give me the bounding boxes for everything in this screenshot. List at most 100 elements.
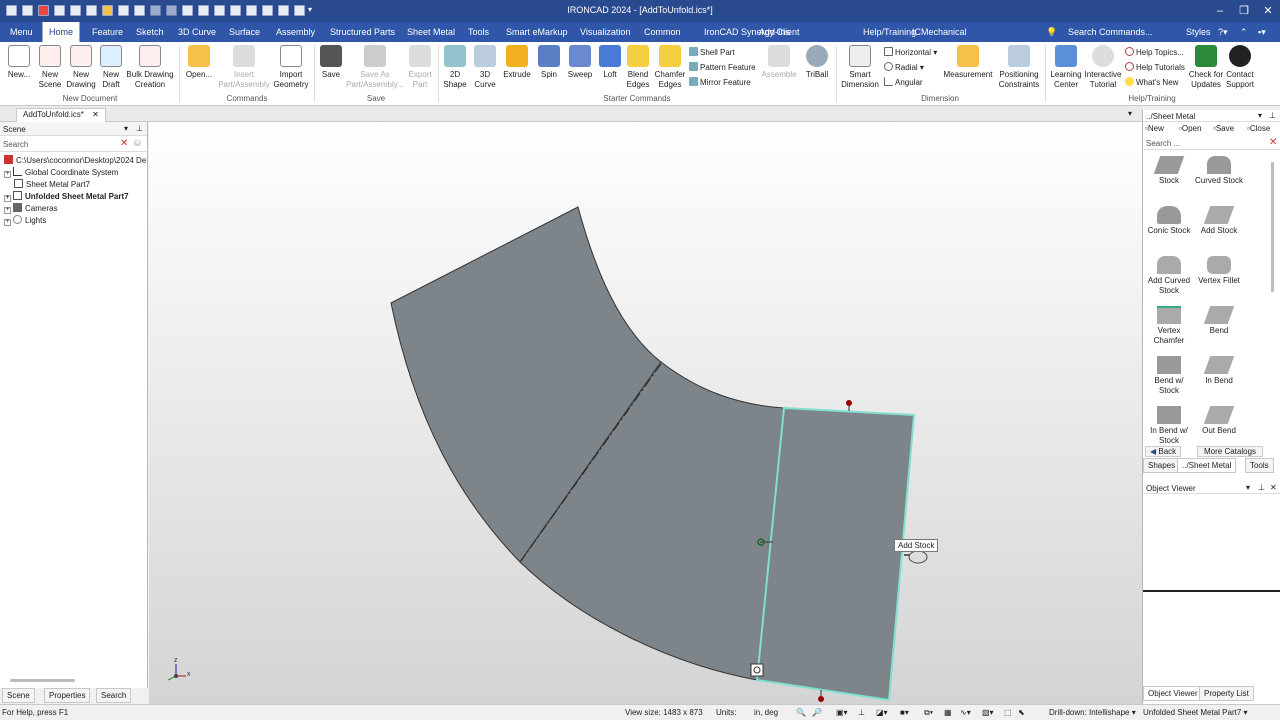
catalog-save-button[interactable]: ▫Save [1213, 124, 1234, 133]
catalog-item-add-stock[interactable]: Add Stock [1190, 206, 1248, 236]
blend-edges-button[interactable]: Blend Edges [624, 45, 652, 90]
tab-sheet-metal-catalog[interactable]: ../Sheet Metal [1177, 458, 1237, 473]
tab-synergy-client[interactable]: Add-Ins [753, 22, 796, 42]
expand-icon[interactable]: + [4, 171, 11, 178]
tab-structured-parts[interactable]: Structured Parts [324, 22, 401, 42]
zoom-area-icon[interactable]: 🔎 [812, 708, 822, 717]
file-menu-button[interactable]: Menu [4, 22, 39, 42]
catalog-item-curved-stock[interactable]: Curved Stock [1190, 156, 1248, 186]
tree-item-sheet-metal-part7[interactable]: Sheet Metal Part7 [14, 179, 90, 189]
whats-new-button[interactable]: What's New [1125, 77, 1178, 87]
new-button[interactable]: New... [6, 45, 32, 80]
tab-scene[interactable]: Scene [2, 688, 35, 703]
catalog-open-button[interactable]: ▫Open [1179, 124, 1201, 133]
tab-property-list[interactable]: Property List [1199, 686, 1254, 701]
angular-dimension-button[interactable]: Angular [884, 77, 923, 87]
help-tutorials-button[interactable]: Help Tutorials [1125, 62, 1185, 72]
tab-tools[interactable]: Tools [462, 22, 495, 42]
2d-shape-button[interactable]: 2D Shape [442, 45, 468, 90]
contact-support-button[interactable]: Contact Support [1224, 45, 1256, 90]
panel-menu-icon[interactable]: ▾ [124, 124, 128, 133]
tab-tools-catalog[interactable]: Tools [1245, 458, 1274, 473]
bottom-handle[interactable] [818, 696, 824, 702]
zoom-icon[interactable]: 🔍 [796, 708, 806, 717]
measure-tool-icon[interactable]: ⊥ [858, 708, 865, 717]
sweep-button[interactable]: Sweep [566, 45, 594, 80]
insert-part-assembly-button[interactable]: Insert Part/Assembly [216, 45, 272, 90]
save-button[interactable]: Save [318, 45, 344, 80]
tab-icmechanical[interactable] [974, 22, 986, 42]
grid-toggle-icon[interactable]: ▦ [944, 708, 952, 717]
new-scene-button[interactable]: New Scene [36, 45, 64, 90]
catalog-back-button[interactable]: ◀ Back [1145, 446, 1182, 457]
tab-home[interactable]: Home [42, 22, 81, 42]
assemble-button[interactable]: Assemble [760, 45, 798, 80]
shell-part-button[interactable]: Shell Part [689, 47, 735, 57]
catalog-search-input[interactable]: Search ... ✕ [1143, 137, 1280, 150]
save-as-part-button[interactable]: Save As Part/Assembly... [344, 45, 406, 90]
catalog-item-out-bend[interactable]: Out Bend [1190, 406, 1248, 436]
open-button[interactable]: Open... [184, 45, 214, 80]
import-geometry-button[interactable]: Import Geometry [272, 45, 310, 90]
view-cube-icon[interactable]: ▧▾ [982, 708, 994, 717]
positioning-constraints-button[interactable]: Positioning Constraints [996, 45, 1042, 90]
select-cursor-icon[interactable]: ⬉ [1018, 708, 1025, 717]
section-icon[interactable]: ⧉▾ [924, 708, 933, 718]
smart-dimension-button[interactable]: Smart Dimension [840, 45, 880, 90]
horizontal-scrollbar[interactable] [10, 679, 75, 682]
new-drawing-button[interactable]: New Drawing [64, 45, 98, 90]
tab-properties[interactable]: Properties [44, 688, 91, 703]
tab-smart-emarkup[interactable]: Smart eMarkup [500, 22, 574, 42]
check-for-updates-button[interactable]: Check for Updates [1186, 45, 1226, 90]
tab-help-training[interactable]: ICMechanical [906, 22, 973, 42]
tab-annotation[interactable]: Common [638, 22, 687, 42]
panel-menu-icon[interactable]: ▾ [1258, 111, 1262, 120]
ribbon-options-icon[interactable]: ▪▾ [1258, 22, 1266, 42]
3d-viewport[interactable]: z x Add Stock [149, 122, 1142, 704]
shading-icon[interactable]: ■▾ [900, 708, 909, 717]
bulk-drawing-creation-button[interactable]: Bulk Drawing Creation [124, 45, 176, 90]
triball-button[interactable]: TriBall [802, 45, 832, 80]
new-draft-button[interactable]: New Draft [98, 45, 124, 90]
tab-surface[interactable]: Surface [223, 22, 266, 42]
extrude-button[interactable]: Extrude [502, 45, 532, 80]
measurement-button[interactable]: Measurement [942, 45, 994, 80]
tab-object-viewer[interactable]: Object Viewer [1143, 686, 1203, 701]
expand-icon[interactable]: + [4, 195, 11, 202]
tree-item-global-coordinate-system[interactable]: + Global Coordinate System [4, 167, 118, 178]
chamfer-edges-button[interactable]: Chamfer Edges [654, 45, 686, 90]
catalog-item-in-bend[interactable]: In Bend [1190, 356, 1248, 386]
catalog-item-vertex-fillet[interactable]: Vertex Fillet [1190, 256, 1248, 286]
scene-search-input[interactable]: Search ✕ ⛁ [0, 138, 147, 152]
tab-3d-curve[interactable]: 3D Curve [172, 22, 222, 42]
tree-item-lights[interactable]: + Lights [4, 215, 46, 226]
pin-icon[interactable]: ⊥ [136, 124, 143, 133]
spin-button[interactable]: Spin [536, 45, 562, 80]
tab-assembly[interactable]: Assembly [270, 22, 321, 42]
horizontal-dimension-button[interactable]: Horizontal ▾ [884, 47, 937, 57]
expand-icon[interactable]: + [4, 207, 11, 214]
expand-icon[interactable]: + [4, 219, 11, 226]
clear-search-icon[interactable]: ✕ [1269, 137, 1277, 148]
radial-dimension-button[interactable]: Radial ▾ [884, 62, 924, 72]
close-tab-icon[interactable]: ✕ [92, 110, 99, 119]
pin-icon[interactable]: ⊥ [1258, 483, 1265, 492]
more-catalogs-button[interactable]: More Catalogs [1197, 446, 1264, 457]
tab-feature[interactable]: Feature [86, 22, 129, 42]
learning-center-button[interactable]: Learning Center [1048, 45, 1084, 90]
clear-search-icon[interactable]: ✕ [120, 138, 128, 149]
styles-dropdown[interactable]: Styles [1180, 22, 1217, 42]
close-window-button[interactable]: ✕ [1258, 3, 1278, 19]
loft-button[interactable]: Loft [598, 45, 622, 80]
filter-icon[interactable]: ⛁ [134, 139, 141, 148]
tab-sketch[interactable]: Sketch [130, 22, 170, 42]
interactive-tutorial-button[interactable]: Interactive Tutorial [1084, 45, 1122, 90]
minimize-button[interactable]: – [1210, 3, 1230, 19]
doc-tab-menu-icon[interactable]: ▾ [1128, 109, 1132, 118]
tab-search[interactable]: Search [96, 688, 132, 703]
help-icon[interactable]: ?▾ [1218, 22, 1228, 42]
pattern-feature-button[interactable]: Pattern Feature [689, 62, 756, 72]
panel-menu-icon[interactable]: ▾ [1246, 483, 1250, 492]
tab-sheet-metal[interactable]: Sheet Metal [401, 22, 461, 42]
catalog-close-button[interactable]: ▫Close [1247, 124, 1270, 133]
